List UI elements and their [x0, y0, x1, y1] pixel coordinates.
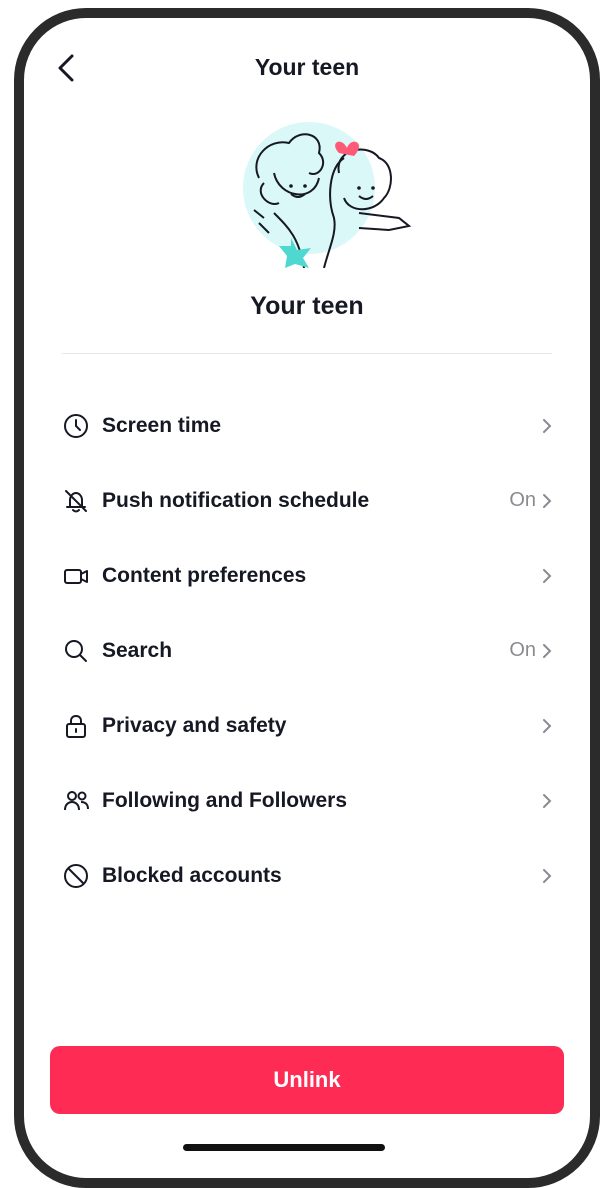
- people-icon: [62, 787, 90, 815]
- menu-item-value: On: [509, 639, 536, 661]
- unlink-button[interactable]: Unlink: [50, 1046, 564, 1114]
- menu-item-label: Push notification schedule: [102, 488, 370, 512]
- chevron-right-icon: [543, 718, 552, 733]
- menu-item-label: Privacy and safety: [102, 713, 287, 737]
- top-bar: Your teen: [24, 18, 590, 118]
- teen-name: Your teen: [250, 292, 364, 320]
- search-icon: [62, 637, 90, 665]
- clock-icon: [62, 412, 90, 440]
- chevron-right-icon: [543, 643, 552, 658]
- menu-item-label: Blocked accounts: [102, 863, 282, 887]
- home-indicator: [183, 1144, 385, 1151]
- menu-item-search[interactable]: Search On: [24, 613, 590, 688]
- video-icon: [62, 562, 90, 590]
- lock-icon: [62, 712, 90, 740]
- chevron-right-icon: [543, 793, 552, 808]
- page-title: Your teen: [254, 54, 360, 80]
- menu-item-label: Search: [102, 638, 173, 662]
- phone-frame: Your teen Your teen Screen time Push not…: [14, 8, 600, 1188]
- menu-item-privacy-and-safety[interactable]: Privacy and safety: [24, 688, 590, 763]
- chevron-right-icon: [543, 418, 552, 433]
- chevron-right-icon: [543, 868, 552, 883]
- menu-item-value: On: [509, 489, 536, 511]
- chevron-right-icon: [543, 568, 552, 583]
- settings-menu: Screen time Push notification schedule O…: [24, 388, 590, 913]
- block-icon: [62, 862, 90, 890]
- menu-item-label: Content preferences: [102, 563, 307, 587]
- divider: [62, 353, 552, 354]
- bell-off-icon: [62, 487, 90, 515]
- teen-illustration: [243, 122, 412, 268]
- menu-item-content-preferences[interactable]: Content preferences: [24, 538, 590, 613]
- menu-item-blocked-accounts[interactable]: Blocked accounts: [24, 838, 590, 913]
- menu-item-screen-time[interactable]: Screen time: [24, 388, 590, 463]
- menu-item-label: Screen time: [102, 413, 222, 437]
- chevron-right-icon: [543, 493, 552, 508]
- menu-item-following-and-followers[interactable]: Following and Followers: [24, 763, 590, 838]
- menu-item-label: Following and Followers: [102, 788, 347, 812]
- menu-item-push-notification-schedule[interactable]: Push notification schedule On: [24, 463, 590, 538]
